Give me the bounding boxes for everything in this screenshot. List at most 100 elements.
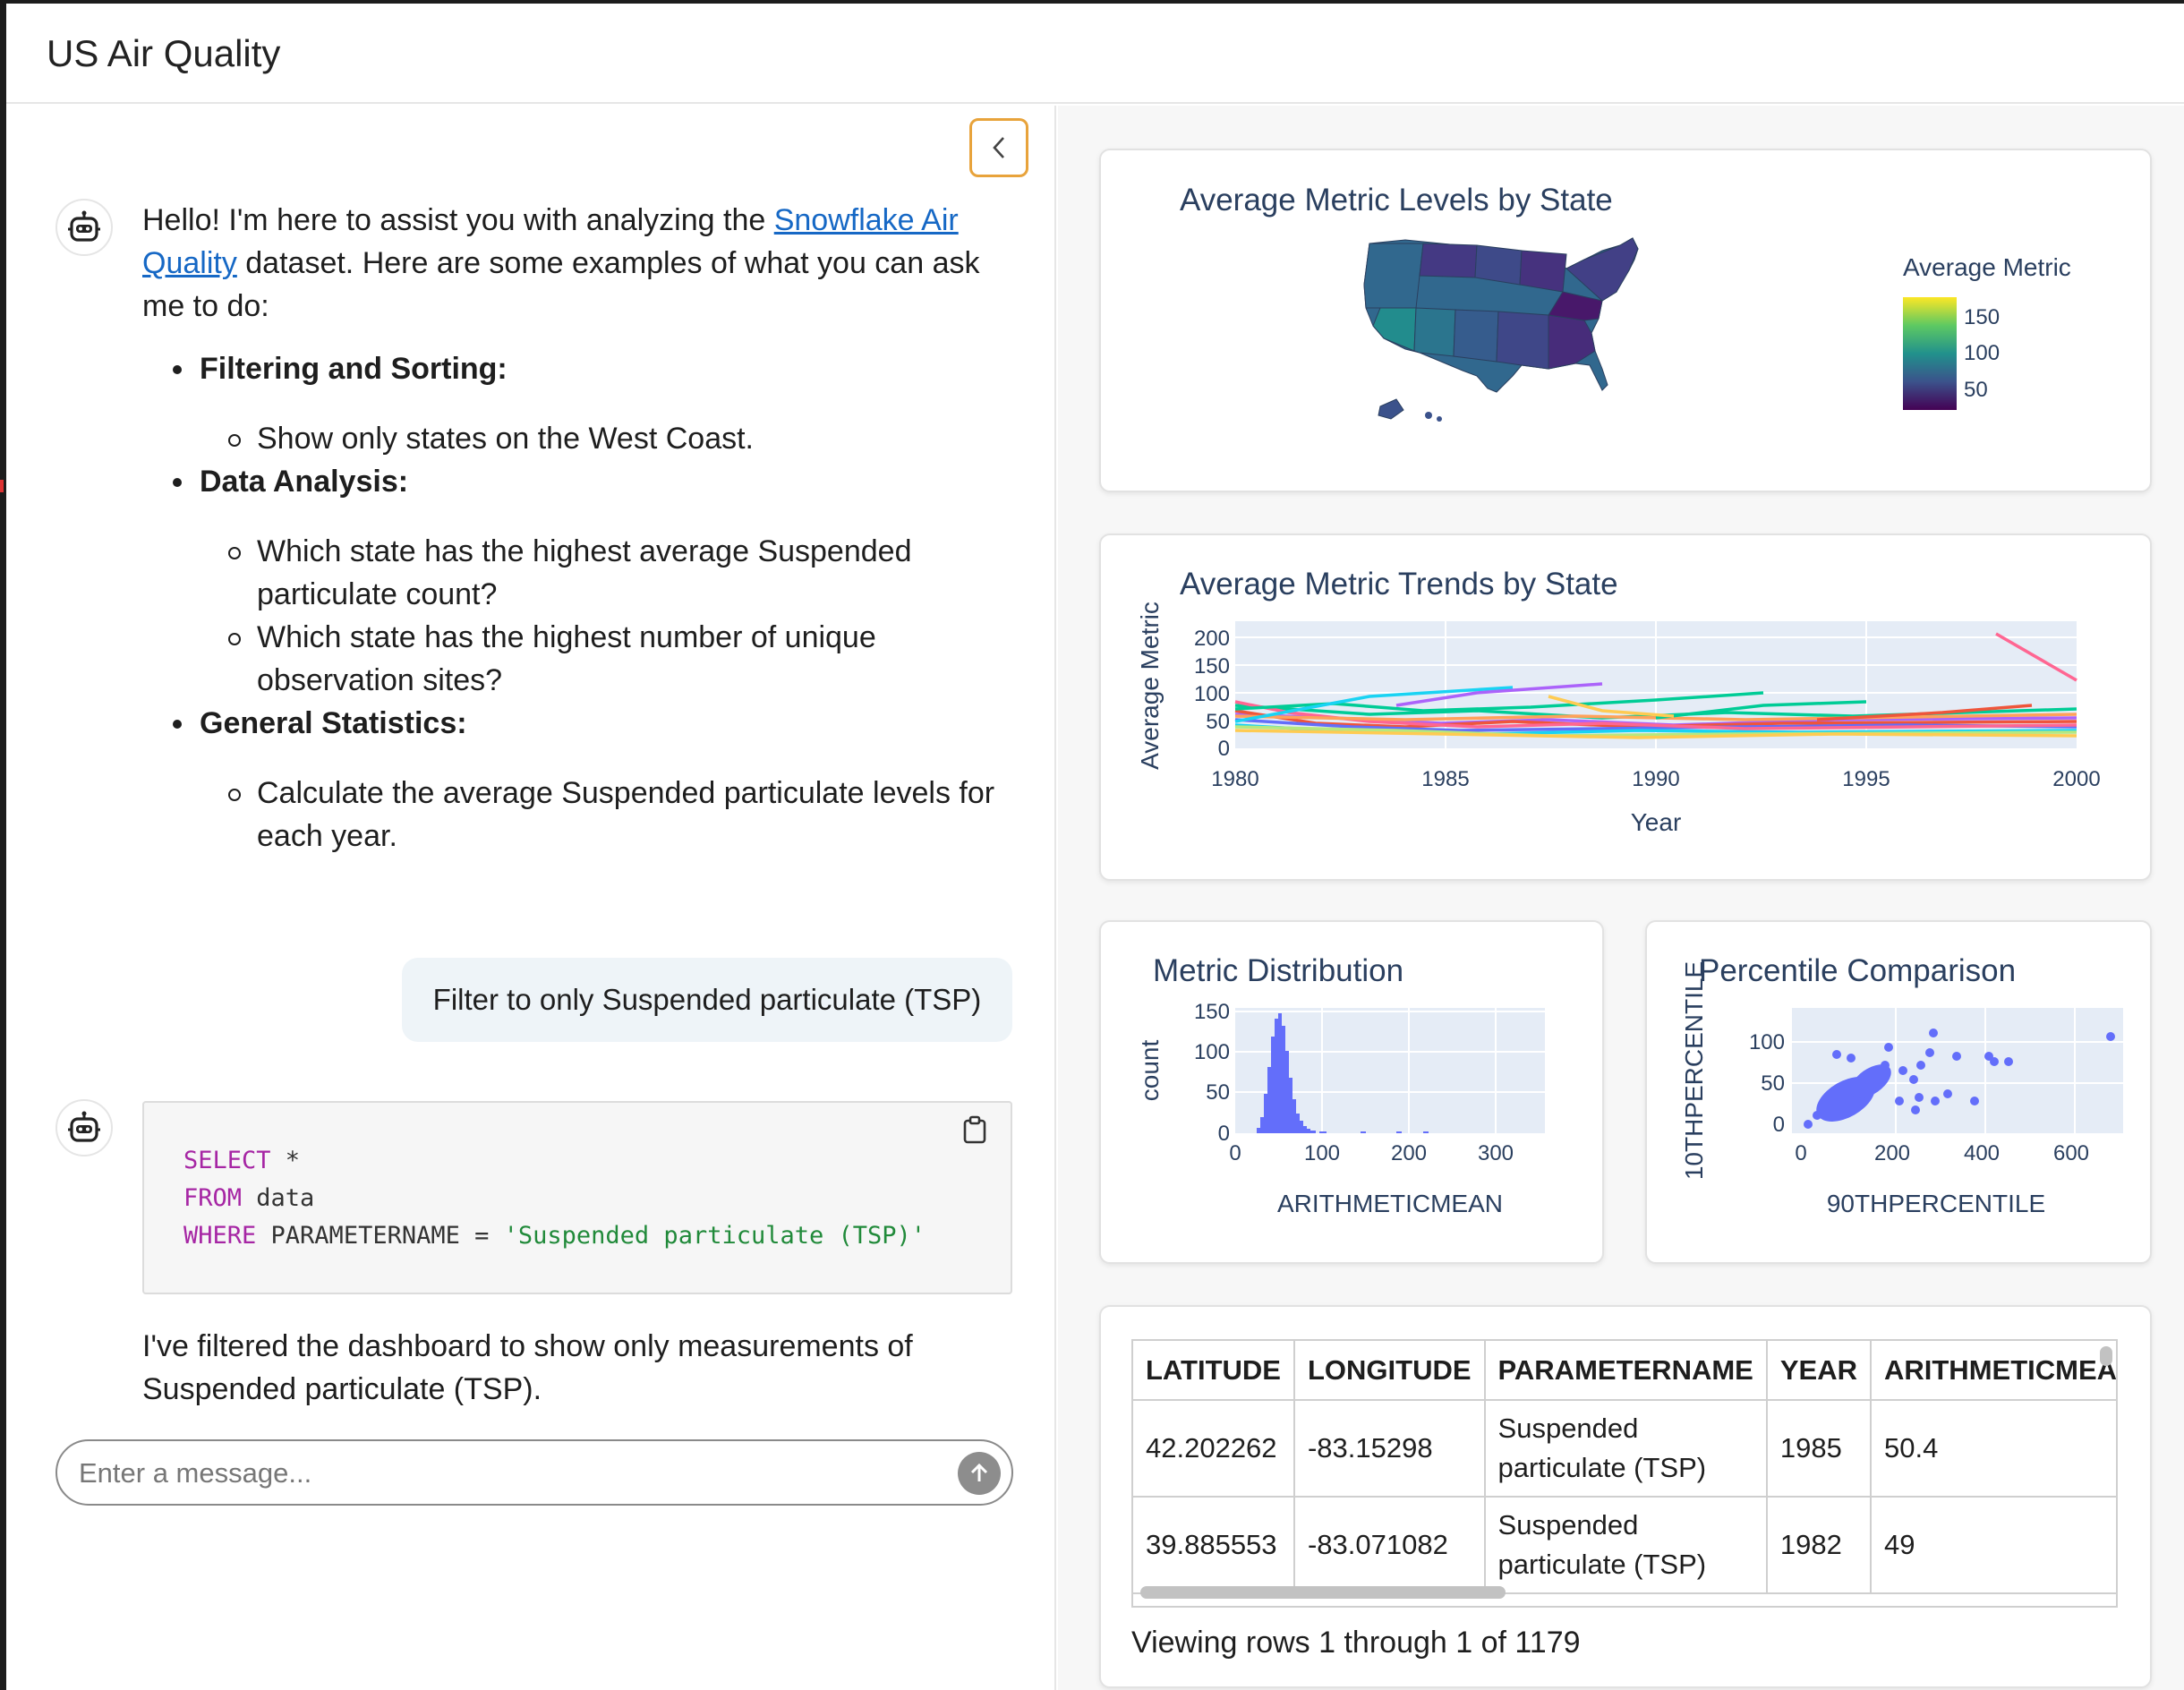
scatter-xtick: 0 — [1795, 1141, 1806, 1165]
section-analysis: Data Analysis: Which state has the highe… — [142, 460, 1002, 702]
histogram-bar — [1285, 1051, 1289, 1133]
histogram-bar — [1307, 1129, 1310, 1133]
example-list: Calculate the average Suspended particul… — [200, 772, 1002, 858]
trends-ytick: 150 — [1194, 654, 1230, 679]
scatter-xtick: 400 — [1964, 1141, 2000, 1165]
histogram-title: Metric Distribution — [1153, 953, 1403, 988]
histogram-ytick: 100 — [1194, 1040, 1230, 1064]
trends-chart: Average Metric Trends by State 1980 1985… — [1136, 567, 2101, 836]
trends-xtick: 1995 — [1842, 767, 1890, 791]
us-choropleth-map — [1363, 237, 1639, 393]
collapse-sidebar-button[interactable] — [969, 118, 1028, 177]
vertical-scrollbar[interactable] — [2100, 1346, 2112, 1366]
scatter-point — [1895, 1097, 1904, 1105]
histogram-bar — [1289, 1078, 1292, 1133]
table-cell: Suspended particulate (TSP) — [1484, 1497, 1768, 1594]
assistant-avatar — [55, 199, 113, 256]
histogram-bar — [1267, 1067, 1271, 1133]
user-message-text: Filter to only Suspended particulate (TS… — [432, 983, 982, 1016]
window-left-edge — [0, 0, 6, 1690]
section-heading: General Statistics: — [200, 706, 467, 740]
sql-line-3: WHERE PARAMETERNAME = 'Suspended particu… — [183, 1217, 1011, 1255]
sql-line-2: FROM data — [183, 1180, 1011, 1217]
send-button[interactable] — [958, 1452, 1001, 1495]
trends-title: Average Metric Trends by State — [1180, 567, 1618, 602]
column-header[interactable]: YEAR — [1766, 1341, 1872, 1401]
histogram-xtick: 0 — [1229, 1141, 1241, 1165]
histogram-bar — [1303, 1126, 1307, 1133]
histogram-xlabel: ARITHMETICMEAN — [1277, 1190, 1503, 1217]
scatter-xlabel: 90THPERCENTILE — [1827, 1190, 2045, 1217]
table-row-count: Viewing rows 1 through 1 of 1179 — [1131, 1626, 1581, 1660]
map-legend-title: Average Metric — [1903, 253, 2071, 281]
user-message-bubble: Filter to only Suspended particulate (TS… — [402, 958, 1012, 1042]
trends-xtick: 1985 — [1421, 767, 1469, 791]
scatter-point — [1898, 1066, 1907, 1075]
arrow-up-icon — [970, 1463, 988, 1481]
table-cell: Suspended particulate (TSP) — [1484, 1400, 1768, 1498]
data-table-container[interactable]: LATITUDE LONGITUDE PARAMETERNAME YEAR AR… — [1131, 1339, 2118, 1608]
sql-keyword: WHERE — [183, 1222, 257, 1250]
intro-paragraph: Hello! I'm here to assist you with analy… — [142, 199, 1002, 328]
histogram-ytick: 50 — [1206, 1080, 1230, 1105]
sql-text: PARAMETERNAME = — [256, 1222, 504, 1250]
histogram-bar — [1423, 1131, 1429, 1133]
example-item: Show only states on the West Coast. — [200, 417, 1002, 460]
trends-ylabel: Average Metric — [1136, 602, 1164, 770]
scatter-point — [1832, 1050, 1841, 1059]
column-header[interactable]: PARAMETERNAME — [1484, 1341, 1768, 1401]
chevron-left-icon — [993, 137, 1004, 158]
assistant-reply-message: I've filtered the dashboard to show only… — [142, 1329, 913, 1406]
example-item: Which state has the highest number of un… — [200, 616, 1002, 702]
alaska-shape — [1378, 398, 1404, 420]
scatter-point — [1990, 1057, 1999, 1066]
histogram-bar — [1278, 1013, 1282, 1133]
table-cell: -83.071082 — [1293, 1497, 1486, 1594]
column-header[interactable]: LONGITUDE — [1293, 1341, 1486, 1401]
copy-code-button[interactable] — [957, 1112, 993, 1148]
sql-string: 'Suspended particulate (TSP)' — [503, 1222, 926, 1250]
sql-line-1: SELECT * — [183, 1142, 1011, 1180]
scatter-point — [1931, 1097, 1940, 1105]
table-cell: 49 — [1870, 1497, 2116, 1594]
section-heading: Data Analysis: — [200, 465, 409, 499]
scatter-point — [2106, 1032, 2115, 1041]
horizontal-scrollbar[interactable] — [1140, 1586, 1506, 1599]
trends-ytick: 0 — [1218, 737, 1230, 761]
histogram-bar — [1319, 1131, 1327, 1133]
column-header[interactable]: ARITHMETICMEAN — [1870, 1341, 2116, 1401]
trends-card: Average Metric Trends by State 1980 1985… — [1099, 533, 2152, 881]
histogram-chart: Metric Distribution 0 100 200 300 0 50 1… — [1136, 953, 1545, 1217]
message-input[interactable] — [79, 1454, 920, 1493]
histogram-xtick: 200 — [1391, 1141, 1427, 1165]
scatter-point — [1884, 1043, 1893, 1052]
histogram-card: Metric Distribution 0 100 200 300 0 50 1… — [1099, 920, 1604, 1264]
column-header[interactable]: LATITUDE — [1133, 1341, 1295, 1401]
hawaii-shape — [1425, 412, 1432, 419]
example-item: Calculate the average Suspended particul… — [200, 772, 1002, 858]
histogram-bar — [1271, 1037, 1275, 1133]
histogram-xtick: 300 — [1478, 1141, 1514, 1165]
intro-prefix: Hello! I'm here to assist you with analy… — [142, 203, 774, 237]
trends-xtick: 1980 — [1211, 767, 1258, 791]
table-cell: 1982 — [1766, 1497, 1872, 1594]
scatter-point — [1915, 1093, 1924, 1102]
app-title: US Air Quality — [47, 32, 281, 74]
scatter-point — [1881, 1061, 1890, 1070]
trends-xtick: 2000 — [2052, 767, 2100, 791]
scatter-point — [1943, 1089, 1952, 1098]
assistant-intro-message: Hello! I'm here to assist you with analy… — [142, 199, 1002, 858]
app-header: US Air Quality — [6, 4, 2184, 104]
scatter-point — [1929, 1029, 1938, 1037]
histogram-bar — [1257, 1128, 1260, 1133]
colorbar — [1903, 297, 1957, 410]
sql-code-block: SELECT * FROM data WHERE PARAMETERNAME = '… — [142, 1101, 1012, 1294]
scatter-xtick: 600 — [2053, 1141, 2089, 1165]
table-cell: -83.15298 — [1293, 1400, 1486, 1498]
histogram-xtick: 100 — [1304, 1141, 1340, 1165]
robot-icon — [68, 1111, 100, 1142]
trends-ytick: 50 — [1206, 710, 1230, 734]
histogram-bar — [1310, 1131, 1316, 1133]
map-card: Average Metric Levels by State Average M… — [1099, 149, 2152, 492]
assistant-avatar — [55, 1099, 113, 1157]
